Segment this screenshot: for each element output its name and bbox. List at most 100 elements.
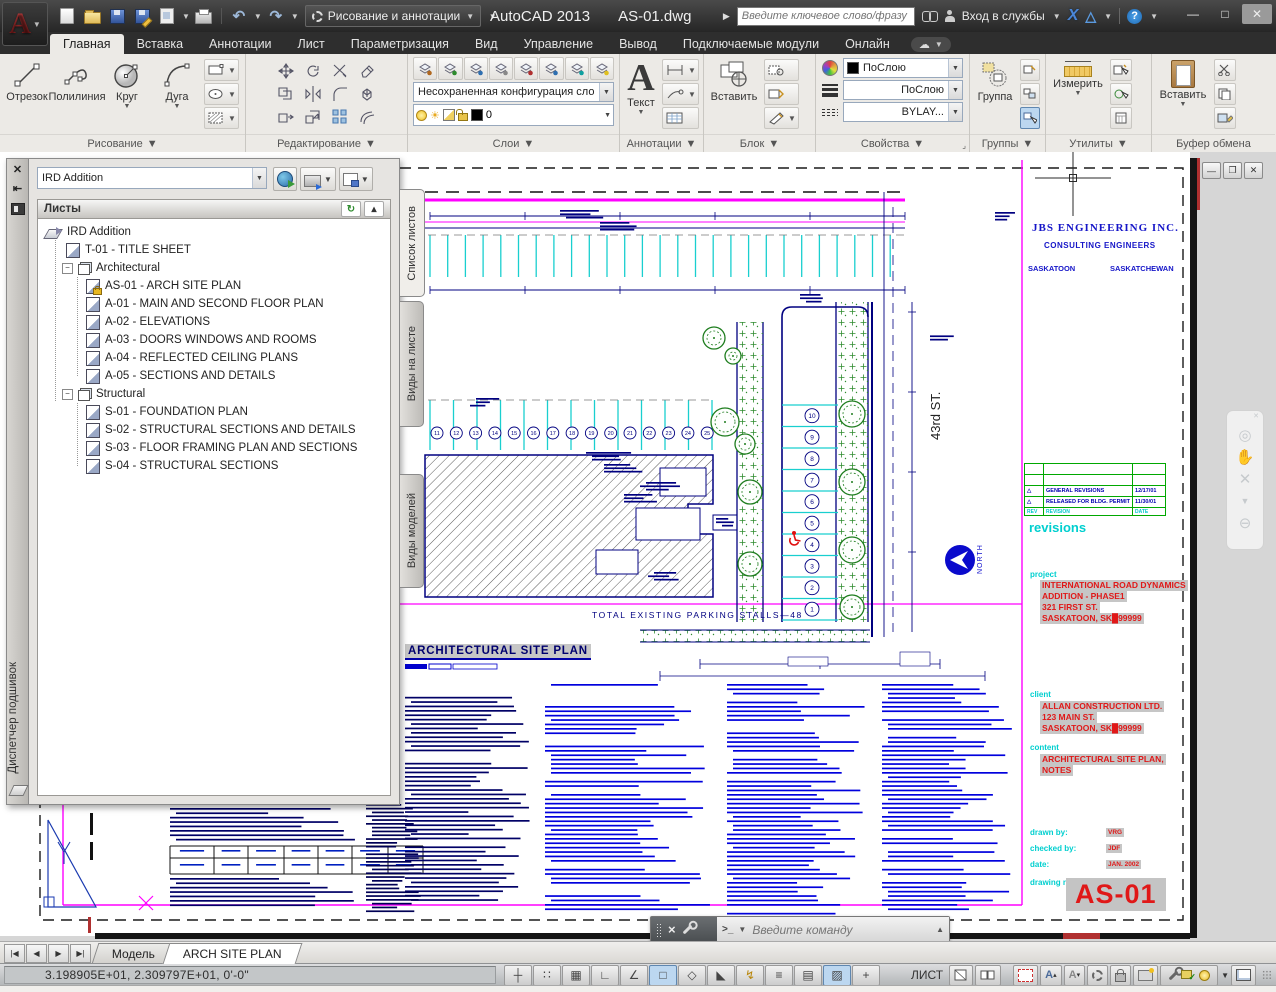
palette-properties-icon[interactable] (11, 203, 25, 215)
search-expand-icon[interactable]: ▶ (723, 11, 730, 22)
tree-sheet-ird-addition[interactable]: IRD Addition (38, 223, 390, 241)
collapse-box-icon[interactable]: − (62, 263, 73, 274)
ribbon-tab-подключаемые-модули[interactable]: Подключаемые модули (670, 34, 832, 54)
array-button[interactable] (327, 106, 353, 128)
rectangle-button[interactable]: ▼ (204, 59, 239, 81)
copy-clip-button[interactable] (1214, 83, 1236, 105)
paste-button[interactable]: Вставить▼ (1156, 57, 1210, 131)
erase-button[interactable] (354, 60, 380, 82)
navigation-bar[interactable]: ✕ ◎ ✋ ✕ ▼ ⊖ (1226, 410, 1264, 550)
toggle-dyn-ucs[interactable]: ◣ (707, 965, 735, 986)
palette-tab-виды-моделей[interactable]: Виды моделей (400, 474, 424, 588)
recent-commands-icon[interactable]: >_ (722, 924, 733, 935)
open-file-button[interactable] (81, 6, 103, 26)
object-color-dropdown[interactable]: ПоСлою▼ (843, 58, 963, 78)
palette-tab-список-листов[interactable]: Список листов (400, 189, 425, 297)
tree-sheet-s-01-foundation-plan[interactable]: S-01 - FOUNDATION PLAN (38, 403, 390, 421)
layer-off-button[interactable] (539, 57, 563, 80)
close-button[interactable]: ✕ (1242, 4, 1272, 24)
new-file-button[interactable] (56, 6, 78, 26)
dimension-button[interactable]: ▼ (662, 59, 699, 81)
mirror-button[interactable] (300, 83, 326, 105)
tree-sheet-a-03-doors-windows-and-rooms[interactable]: A-03 - DOORS WINDOWS AND ROOMS (38, 331, 390, 349)
sheet-set-dropdown[interactable]: IRD Addition▼ (37, 167, 267, 189)
isolate-objects-icon[interactable] (1181, 970, 1193, 980)
refresh-icon[interactable]: ↻ (341, 201, 361, 217)
ribbon-tab-вид[interactable]: Вид (462, 34, 511, 54)
ribbon-tab-аннотации[interactable]: Аннотации (196, 34, 284, 54)
hardware-accel-button[interactable] (1133, 965, 1158, 986)
toggle-ortho[interactable]: ∟ (591, 965, 619, 986)
doc-restore-button[interactable]: ❐ (1223, 162, 1242, 179)
binoculars-icon[interactable] (922, 11, 938, 21)
navbar-collapse-icon[interactable]: ⊖ (1239, 517, 1252, 530)
status-menu-icon[interactable]: ▼ (1221, 971, 1229, 980)
plot-preview-button[interactable] (156, 6, 178, 26)
panel-label-properties[interactable]: Свойства▼ (816, 134, 969, 152)
navbar-more-icon[interactable]: ▼ (1241, 495, 1250, 508)
quick-view-drawings-button[interactable] (975, 965, 1001, 986)
toggle-dyn-input[interactable]: ↯ (736, 965, 764, 986)
workspace-dropdown[interactable]: Рисование и аннотации ▼ (305, 5, 481, 27)
ungroup-button[interactable] (1020, 83, 1040, 105)
tree-sheet-a-02-elevations[interactable]: A-02 - ELEVATIONS (38, 313, 390, 331)
block-edit-button[interactable] (764, 59, 799, 81)
match-properties-button[interactable] (1214, 107, 1236, 129)
project-field[interactable]: INTERNATIONAL ROAD DYNAMICSADDITION - PH… (1040, 580, 1188, 624)
exchange-x-icon[interactable]: X (1068, 7, 1079, 25)
dialog-launcher-icon[interactable]: ⌟ (962, 141, 966, 150)
layer-isolate-button[interactable] (464, 57, 488, 80)
copy-button[interactable] (273, 83, 299, 105)
app-menu-button[interactable]: A▼ (2, 2, 48, 46)
layer-match-button[interactable] (565, 57, 589, 80)
annotation-visibility-button[interactable]: A▾ (1064, 965, 1085, 986)
toggle-transparency[interactable]: ▨ (823, 965, 851, 986)
hatch-button[interactable]: ▼ (204, 107, 239, 129)
move-button[interactable] (273, 60, 299, 82)
ellipse-button[interactable]: ▼ (204, 83, 239, 105)
help-icon[interactable]: ? (1127, 9, 1142, 24)
palette-titlebar[interactable]: ✕ ⇤ Диспетчер подшивок (6, 158, 28, 805)
panel-label-annotation[interactable]: Аннотации▼ (620, 134, 703, 152)
pan-hand-icon[interactable]: ✋ (1236, 451, 1255, 464)
viewport-maximize-button[interactable] (1013, 965, 1038, 986)
drawing-area[interactable]: 1112131415161718192021222324251098765432… (0, 152, 1276, 941)
panel-label-layers[interactable]: Слои▼ (408, 134, 619, 152)
ribbon-tab-онлайн[interactable]: Онлайн (832, 34, 903, 54)
tree-sheet-a-01-main-and-second-floor-plan[interactable]: A-01 - MAIN AND SECOND FLOOR PLAN (38, 295, 390, 313)
tree-subset-structural[interactable]: −Structural (38, 385, 390, 403)
print-button[interactable] (193, 6, 215, 26)
minimize-button[interactable]: — (1178, 4, 1208, 24)
leader-button[interactable]: ▼ (662, 83, 699, 105)
palette-close-icon[interactable]: ✕ (13, 165, 22, 176)
annotation-scale-button[interactable]: A▴ (1040, 965, 1061, 986)
linetype-dropdown[interactable]: BYLAY...▼ (843, 102, 963, 122)
status-bulb-icon[interactable] (1199, 970, 1210, 981)
ribbon-tab-параметризация[interactable]: Параметризация (338, 34, 462, 54)
panel-label-utilities[interactable]: Утилиты▼ (1046, 134, 1151, 152)
layer-freeze-button[interactable] (514, 57, 538, 80)
layout-mode-button[interactable]: ЛИСТ (907, 966, 947, 985)
panel-label-modify[interactable]: Редактирование▼ (246, 134, 407, 152)
rotate-button[interactable] (300, 60, 326, 82)
tree-sheet-s-02-structural-sections-and-details[interactable]: S-02 - STRUCTURAL SECTIONS AND DETAILS (38, 421, 390, 439)
client-field[interactable]: ALLAN CONSTRUCTION LTD.123 MAIN ST.SASKA… (1040, 701, 1164, 734)
polyline-button[interactable]: Полилиния (54, 57, 100, 131)
redo-button[interactable]: ↷ (265, 6, 287, 26)
sheet-selections-button[interactable]: ▼ (339, 167, 373, 191)
insert-block-button[interactable]: Вставить (708, 57, 760, 131)
publish-button[interactable]: ▼ (300, 167, 336, 191)
search-input[interactable] (737, 7, 915, 26)
ribbon-tab-лист[interactable]: Лист (285, 34, 338, 54)
stretch-button[interactable] (273, 106, 299, 128)
customize-wrench-icon[interactable] (682, 925, 692, 935)
sheets-section-header[interactable]: Листы ↻ ▴ (37, 199, 391, 219)
scale-button[interactable] (300, 106, 326, 128)
toggle-lineweight[interactable]: ≡ (765, 965, 793, 986)
toggle-osnap[interactable]: □ (649, 965, 677, 986)
commandline-close-icon[interactable]: × (668, 922, 676, 937)
layer-walk-button[interactable] (590, 57, 614, 80)
quick-calc-button[interactable] (1110, 83, 1132, 105)
trim-button[interactable] (327, 60, 353, 82)
calculator-button[interactable] (1110, 107, 1132, 129)
